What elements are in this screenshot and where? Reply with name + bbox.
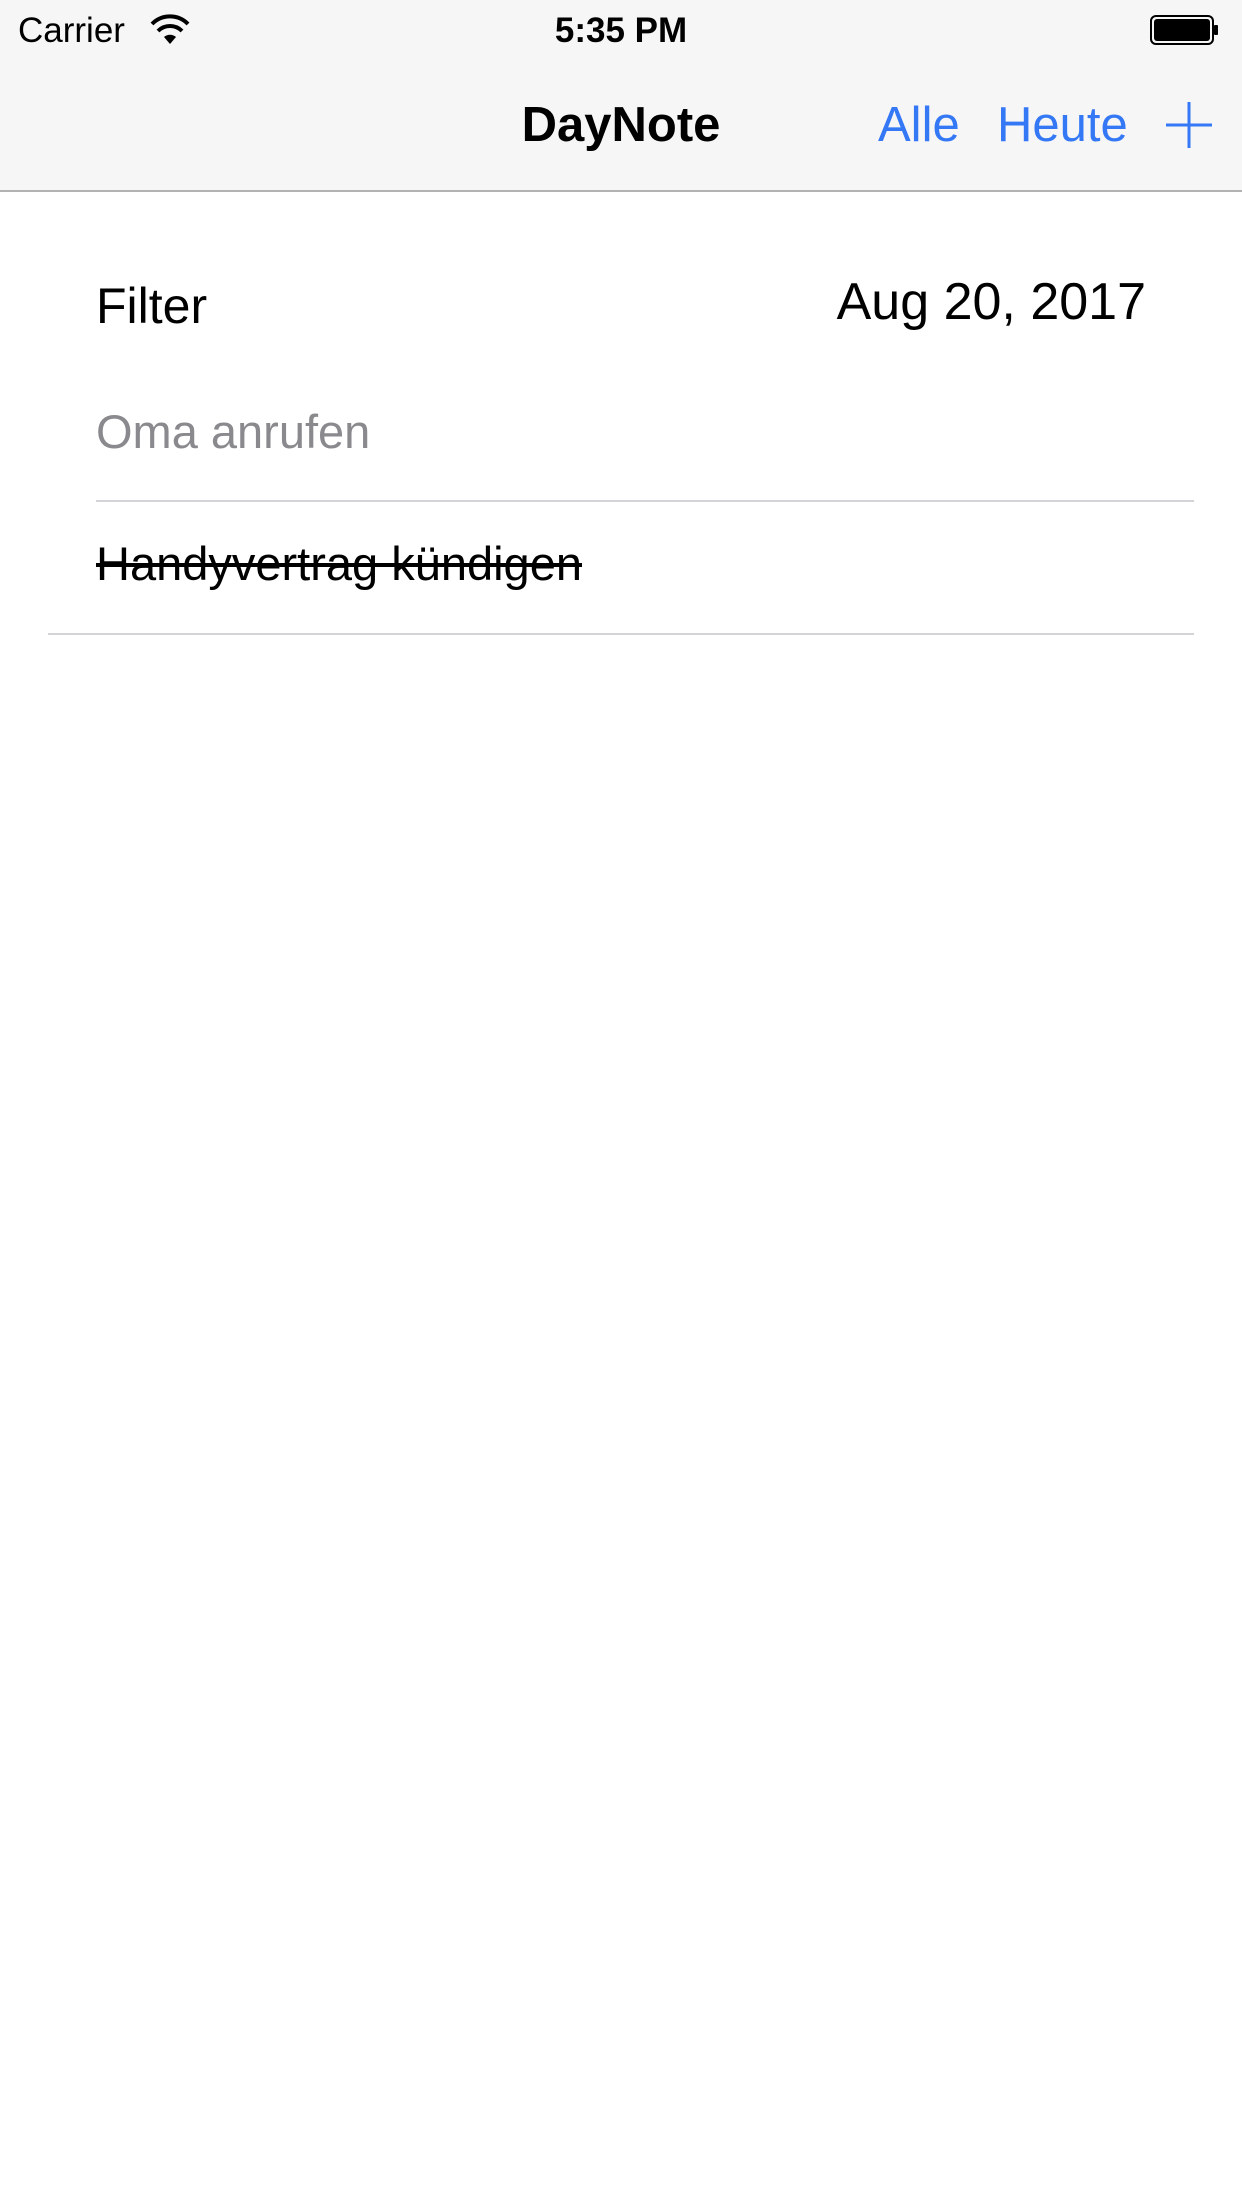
task-text-done: Handyvertrag kündigen: [96, 537, 582, 590]
task-row[interactable]: Handyvertrag kündigen: [0, 502, 1242, 633]
task-text-pending: Oma anrufen: [96, 405, 371, 458]
task-row[interactable]: Oma anrufen: [0, 370, 1242, 501]
battery-icon: [1150, 15, 1218, 45]
filter-date-value[interactable]: Aug 20, 2017: [837, 274, 1146, 330]
filter-row[interactable]: Filter Aug 20, 2017: [0, 250, 1242, 362]
list-bottom-separator: [48, 633, 1194, 635]
status-time: 5:35 PM: [554, 11, 688, 50]
today-button[interactable]: Heute: [997, 60, 1128, 190]
top-bar: Carrier 5:35 PM DayNote Alle Heute: [0, 0, 1242, 192]
status-bar: Carrier 5:35 PM: [0, 0, 1242, 60]
all-button[interactable]: Alle: [878, 60, 960, 190]
plus-icon[interactable]: [1164, 100, 1214, 150]
screen: Carrier 5:35 PM DayNote Alle Heute Filte…: [0, 0, 1242, 2208]
filter-label: Filter: [96, 278, 208, 334]
navigation-bar: DayNote Alle Heute: [0, 60, 1242, 190]
